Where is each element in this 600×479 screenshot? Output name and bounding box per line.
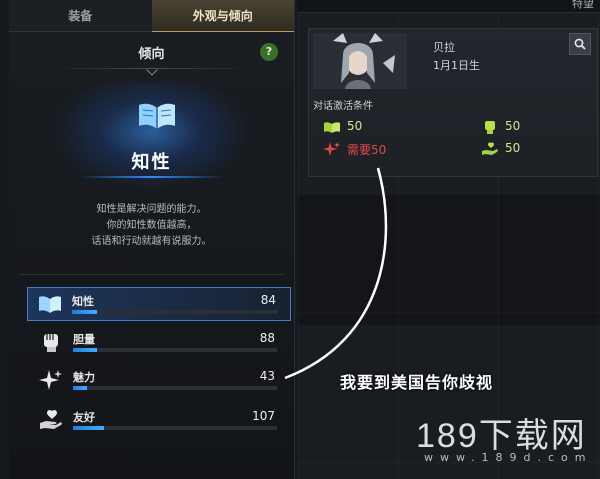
stat-value: 88 — [259, 331, 275, 345]
stat-row-courage[interactable]: 胆量 88 — [29, 326, 289, 360]
site-watermark-url: www.189d.com — [424, 451, 593, 464]
tab-appearance-disposition[interactable]: 外观与倾向 — [151, 0, 294, 32]
book-icon — [39, 296, 61, 313]
fist-icon — [485, 121, 495, 134]
section-title: 倾向 — [138, 47, 165, 62]
site-watermark: 189下载网 — [416, 417, 587, 455]
stat-progress-bar — [73, 386, 277, 390]
condition-charm: 需要50 — [323, 141, 443, 157]
stat-progress-bar — [73, 348, 277, 352]
hero-underline — [79, 176, 224, 178]
heart-hand-icon — [482, 142, 498, 155]
condition-value: 50 — [505, 119, 521, 133]
stat-value: 107 — [252, 409, 275, 423]
search-icon — [574, 38, 586, 50]
stat-progress-bar — [72, 310, 278, 314]
chevron-down-icon — [146, 64, 158, 76]
tab-bar: 装备 外观与倾向 — [9, 0, 294, 32]
stat-label: 友好 — [73, 411, 95, 424]
top-strip: 特望 — [298, 0, 600, 13]
description-line: 你的知性数值越高， — [106, 220, 197, 231]
search-button[interactable] — [569, 33, 591, 55]
condition-intelligence: 50 — [323, 119, 423, 135]
character-portrait — [313, 33, 407, 89]
stat-label: 魅力 — [73, 371, 95, 384]
stat-value: 84 — [260, 293, 276, 307]
stat-progress-fill — [73, 426, 104, 430]
selected-trait-name: 知性 — [131, 152, 172, 173]
stat-row-intelligence[interactable]: 知性 84 — [27, 287, 291, 321]
tab-equipment[interactable]: 装备 — [9, 0, 152, 32]
stat-progress-fill — [73, 348, 98, 352]
condition-courage: 50 — [481, 119, 581, 135]
disposition-panel: 装备 外观与倾向 倾向 ? 知性 知性是解决问题的能力。 你的知性数值越高， 话… — [9, 0, 295, 479]
condition-value: 50 — [347, 119, 363, 133]
condition-value: 需要50 — [347, 143, 387, 157]
trait-description: 知性是解决问题的能力。 你的知性数值越高， 话语和行动就越有说服力。 — [9, 202, 294, 250]
book-icon — [324, 122, 340, 133]
section-divider — [19, 274, 284, 275]
book-icon — [139, 103, 175, 129]
character-name: 贝拉 — [433, 41, 455, 54]
heart-hand-icon — [40, 409, 62, 429]
sparkle-icon — [323, 142, 340, 156]
help-icon[interactable]: ? — [260, 43, 278, 61]
caption-overlay: 我要到美国告你歧视 — [340, 373, 494, 392]
sparkle-icon — [39, 370, 62, 390]
character-birthday: 1月1日生 — [433, 59, 480, 72]
stat-progress-fill — [72, 310, 97, 314]
conditions-title: 对话激活条件 — [313, 101, 373, 112]
description-line: 知性是解决问题的能力。 — [96, 204, 207, 215]
stat-progress-bar — [73, 426, 277, 430]
stat-label: 知性 — [72, 295, 94, 308]
stat-progress-fill — [73, 386, 88, 390]
character-card[interactable]: 贝拉 1月1日生 对话激活条件 50 50 需要50 50 — [308, 28, 598, 177]
description-line: 话语和行动就越有说服力。 — [91, 236, 212, 247]
stat-value: 43 — [259, 369, 275, 383]
condition-value: 50 — [505, 141, 521, 155]
stat-row-friendliness[interactable]: 友好 107 — [29, 404, 289, 438]
stat-row-charm[interactable]: 魅力 43 — [29, 364, 289, 398]
top-strip-label: 特望 — [572, 0, 594, 10]
background-panel — [298, 195, 600, 325]
fist-icon — [44, 334, 58, 352]
stat-label: 胆量 — [73, 333, 95, 346]
condition-friendliness: 50 — [481, 141, 581, 157]
